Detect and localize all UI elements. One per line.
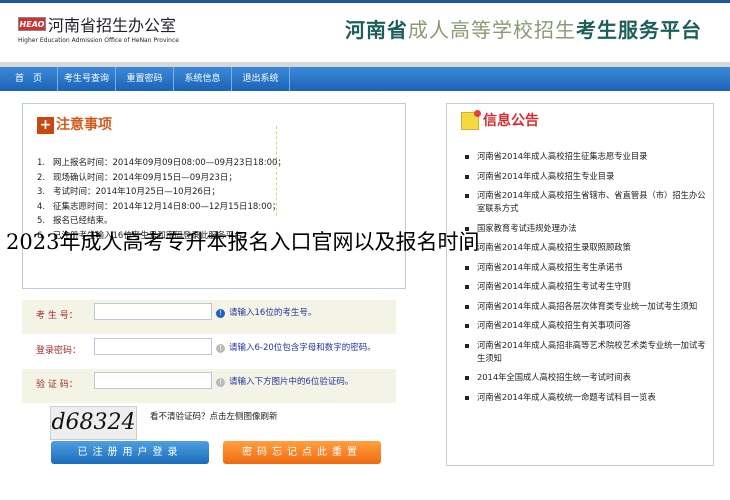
password-input[interactable] xyxy=(94,338,212,355)
captcha-label: 验 证 码： xyxy=(36,380,78,390)
captcha-hint: ! 请输入下方图片中的6位验证码。 xyxy=(216,375,353,387)
notice-item: 1. 网上报名时间：2014年09月09日08:00—09月23日18:00； xyxy=(37,158,286,168)
nav-id-lookup[interactable]: 考生号查询 xyxy=(58,67,116,91)
info-icon: ! xyxy=(216,309,225,318)
overlay-title: 2023年成人高考专升本报名入口官网以及报名时间 xyxy=(6,230,480,254)
nav-reset-password[interactable]: 重置密码 xyxy=(116,67,174,91)
id-hint: ! 请输入16位的考生号。 xyxy=(216,306,316,318)
news-panel: 信息公告 河南省2014年成人高校招生征集志愿专业目录 河南省2014年成人高校… xyxy=(446,103,714,466)
captcha-refresh-hint: 看不清验证码？点击左侧图像刷新 xyxy=(150,412,278,422)
notice-item: 4. 征集志愿时间：2014年12月14日8:00—12月15日18:00； xyxy=(37,201,281,212)
logo-mark: HEAO xyxy=(18,17,46,31)
news-item[interactable]: 河南省2014年成人高校招生征集志愿专业目录 xyxy=(465,150,710,163)
news-item[interactable]: 国家教育考试违规处理办法 xyxy=(465,222,710,235)
news-item[interactable]: 河南省2014年成人高校招生考试考生守则 xyxy=(465,280,710,293)
news-item[interactable]: 河南省2014年成人高招各层次体育类专业统一加试考生须知 xyxy=(465,300,710,313)
news-title: 信息公告 xyxy=(461,110,539,130)
info-icon: ! xyxy=(216,378,225,387)
news-item[interactable]: 河南省2014年成人高校招生有关事项问答 xyxy=(465,319,710,332)
id-label: 考 生 号： xyxy=(36,311,78,321)
news-item[interactable]: 河南省2014年成人高校招生省辖市、省直管县（市）招生办公室联系方式 xyxy=(465,189,710,215)
pin-icon xyxy=(461,110,481,130)
logo: HEAO 河南省招生办公室 Higher Education Admission … xyxy=(18,12,179,44)
news-list: 河南省2014年成人高校招生征集志愿专业目录 河南省2014年成人高校招生专业目… xyxy=(465,150,710,410)
notice-item: 3. 考试时间：2014年10月25日—10月26日； xyxy=(37,187,220,197)
exam-id-input[interactable] xyxy=(94,303,212,320)
captcha-input[interactable] xyxy=(94,372,212,389)
reset-password-button[interactable]: 密码忘记点此重置 xyxy=(223,441,381,464)
news-item[interactable]: 河南省2014年成人高校招生录取照顾政策 xyxy=(465,241,710,254)
notice-panel: + 注意事项 1. 网上报名时间：2014年09月09日08:00—09月23日18… xyxy=(22,103,406,289)
logo-name: 河南省招生办公室 xyxy=(48,16,177,35)
plus-icon: + xyxy=(37,116,54,134)
login-button[interactable]: 已注册用户登录 xyxy=(51,441,209,464)
news-item[interactable]: 河南省2014年成人高校统一命题考试科目一览表 xyxy=(465,391,710,404)
nav-system-info[interactable]: 系统信息 xyxy=(174,67,232,91)
top-line xyxy=(0,0,730,3)
nav-home[interactable]: 首 页 xyxy=(0,67,58,91)
captcha-image[interactable]: d68324 xyxy=(50,406,137,440)
password-hint: ! 请输入6-20位包含字母和数字的密码。 xyxy=(216,341,376,353)
notice-item: 2. 现场确认时间：2014年09月15日—09月23日； xyxy=(37,172,237,183)
nav-logout[interactable]: 退出系统 xyxy=(232,67,290,91)
nav-bar: 首 页 考生号查询 重置密码 系统信息 退出系统 xyxy=(0,67,730,91)
id-row: 考 生 号： ! 请输入16位的考生号。 xyxy=(22,300,396,334)
news-item[interactable]: 河南省2014年成人高校招生考生承诺书 xyxy=(465,261,710,274)
site-title: 河南省成人高等学校招生考生服务平台 xyxy=(345,18,702,42)
notice-title: + 注意事项 xyxy=(37,114,112,134)
info-icon: ! xyxy=(216,344,225,353)
news-item[interactable]: 河南省2014年成人高招非高等艺术院校艺术类专业统一加试考生须知 xyxy=(465,339,710,365)
news-item[interactable]: 2014年全国成人高校招生统一考试时间表 xyxy=(465,371,710,384)
password-label: 登录密码： xyxy=(36,346,82,356)
password-row: 登录密码： ! 请输入6-20位包含字母和数字的密码。 xyxy=(22,335,396,369)
news-item[interactable]: 河南省2014年成人高校招生专业目录 xyxy=(465,170,710,183)
logo-english: Higher Education Admission Office of HeN… xyxy=(18,37,179,44)
captcha-row: 验 证 码： ! 请输入下方图片中的6位验证码。 xyxy=(22,369,396,403)
